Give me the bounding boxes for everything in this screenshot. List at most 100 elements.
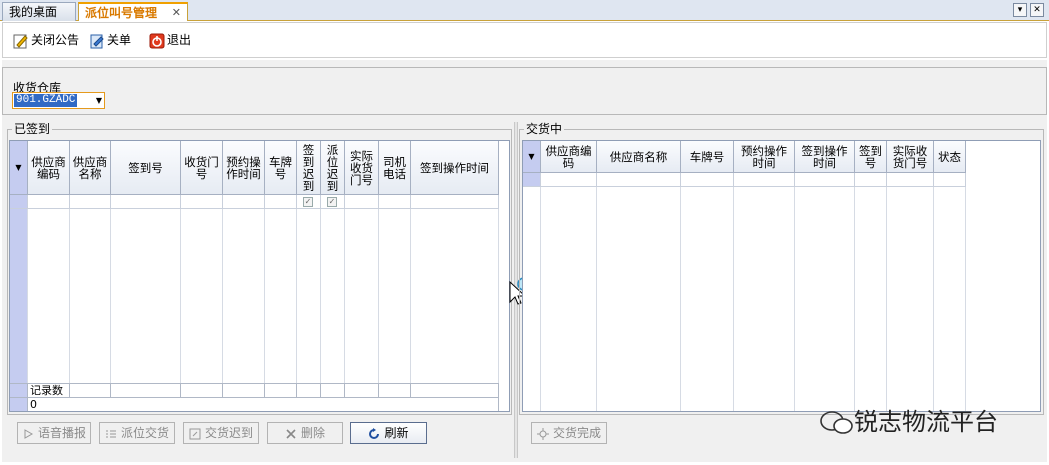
column-header[interactable]: 实际收货门号 [345,141,379,195]
checkbox-icon[interactable]: ✓ [303,197,313,207]
filter-cell[interactable] [345,195,379,209]
delivery-complete-button[interactable]: 交货完成 [531,422,607,444]
filter-cell[interactable] [223,195,265,209]
filter-cell[interactable] [734,173,795,187]
grid-column-line [681,187,734,411]
filter-cell[interactable] [28,195,70,209]
column-header[interactable]: 车牌号 [265,141,297,195]
column-header[interactable]: 车牌号 [681,141,734,173]
chevron-down-icon[interactable]: ▼ [96,93,102,108]
refresh-label: 刷新 [384,426,409,440]
column-chooser-icon[interactable]: ▼ [523,141,541,173]
close-notice-label: 关闭公告 [31,33,80,47]
column-header[interactable]: 司机电话 [379,141,411,195]
grid-column-line [887,187,934,411]
assign-delivery-label: 派位交货 [120,426,169,440]
record-count-label: 记录数 [28,383,70,397]
grid-column-line [734,187,795,411]
filter-cell[interactable] [887,173,934,187]
checkbox-icon[interactable]: ✓ [327,197,337,207]
grid-column-line [541,187,597,411]
grid-column-line [597,187,681,411]
column-header[interactable]: 供应商编码 [28,141,70,195]
filter-cell[interactable] [379,195,411,209]
column-header[interactable]: 实际收货门号 [887,141,934,173]
power-icon [149,33,165,48]
column-header[interactable]: 收货门号 [181,141,223,195]
filter-cell[interactable] [855,173,887,187]
filter-cell[interactable] [934,173,966,187]
exit-label: 退出 [167,33,192,47]
warehouse-select[interactable]: 901.GZADC ▼ [12,92,105,109]
edit-note-icon [13,34,28,48]
late-delivery-button[interactable]: 交货迟到 [183,422,259,444]
tab-label: 派位叫号管理 [85,6,158,20]
wechat-icon [820,411,853,434]
refresh-button[interactable]: 刷新 [350,422,427,444]
filter-cell[interactable] [265,195,297,209]
footer-indicator [10,397,28,411]
filter-cell[interactable] [111,195,181,209]
filter-cell[interactable] [411,195,499,209]
dropdown-icon[interactable]: ▾ [1013,3,1027,17]
footer-cell [223,383,265,397]
column-chooser-icon[interactable]: ▼ [10,141,28,195]
column-header[interactable]: 供应商名称 [70,141,111,195]
voice-broadcast-button[interactable]: 语音播报 [17,422,91,444]
column-header[interactable]: 签到操作时间 [411,141,499,195]
filter-cell[interactable] [541,173,597,187]
delivering-grid[interactable]: ▼ 供应商编码 供应商名称 车牌号 预约操作时间 签到操作时间 签到号 实际收货… [522,140,1041,412]
assign-delivery-button[interactable]: 派位交货 [99,422,175,444]
footer-cell [297,383,321,397]
signed-in-grid[interactable]: ▼ 供应商编码 供应商名称 签到号 收货门号 预约操作时间 车牌号 签到迟到 派… [9,140,510,412]
footer-cell [379,383,411,397]
column-header[interactable]: 预约操作时间 [223,141,265,195]
tab-my-desktop[interactable]: 我的桌面 [2,2,76,21]
toolbar: 关闭公告 关单 退出 [2,22,1047,58]
column-header[interactable]: 派位迟到 [321,141,345,195]
column-header[interactable]: 签到号 [111,141,181,195]
filter-cell[interactable]: ✓ [297,195,321,209]
filter-cell[interactable]: ✓ [321,195,345,209]
close-window-icon[interactable]: ✕ [1030,3,1044,17]
filter-cell[interactable] [597,173,681,187]
delete-button[interactable]: 删除 [267,422,343,444]
close-order-label: 关单 [107,33,132,47]
column-header[interactable]: 供应商名称 [597,141,681,173]
grid-column-line [345,209,379,383]
grid-column-line [265,209,297,383]
close-notice-button[interactable]: 关闭公告 [13,31,79,51]
refresh-icon [369,427,380,439]
grid-column-line [523,187,541,411]
filter-cell[interactable] [681,173,734,187]
close-tab-icon[interactable]: ✕ [172,5,181,21]
document-edit-icon [90,34,104,48]
footer-cell [411,383,499,397]
exit-button[interactable]: 退出 [149,31,191,51]
grid-column-line [181,209,223,383]
tab-label: 我的桌面 [9,5,58,19]
column-header[interactable]: 预约操作时间 [734,141,795,173]
footer-cell [265,383,297,397]
voice-broadcast-label: 语音播报 [37,426,86,440]
row-indicator-column [10,209,28,383]
tab-dispatch-call[interactable]: 派位叫号管理 ✕ [78,2,188,21]
filter-cell[interactable] [795,173,855,187]
filter-row-indicator [10,195,28,209]
filter-cell[interactable] [70,195,111,209]
footer-cell [111,383,181,397]
signed-in-title: 已签到 [12,122,53,136]
column-header[interactable]: 状态 [934,141,966,173]
grid-column-line [111,209,181,383]
column-header[interactable]: 签到操作时间 [795,141,855,173]
column-header[interactable]: 签到号 [855,141,887,173]
close-order-button[interactable]: 关单 [89,31,131,51]
footer-cell [345,383,379,397]
column-header[interactable]: 签到迟到 [297,141,321,195]
play-icon [24,428,33,439]
filter-cell[interactable] [181,195,223,209]
footer-indicator [10,383,28,397]
warehouse-panel [2,67,1047,115]
grid-column-line [411,209,499,383]
column-header[interactable]: 供应商编码 [541,141,597,173]
